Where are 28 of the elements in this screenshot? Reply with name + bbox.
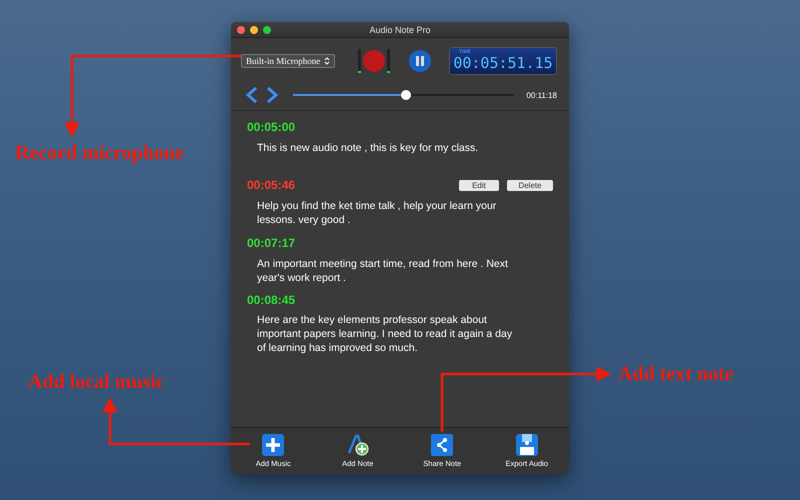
edit-button[interactable]: Edit: [459, 180, 499, 190]
zoom-button[interactable]: [263, 26, 271, 34]
plus-icon: [262, 434, 284, 456]
input-device-dropdown[interactable]: Built-in Microphone: [241, 54, 336, 68]
updown-arrows-icon: [324, 57, 330, 65]
pause-button[interactable]: [409, 50, 432, 72]
record-button[interactable]: [357, 47, 392, 75]
note-text: An important meeting start time, read from here . Next year's work report .: [256, 257, 509, 285]
note-text: This is new audio note , this is key for my class.: [256, 141, 480, 155]
timer-value: 00:05:51.15: [453, 54, 553, 74]
note-timestamp[interactable]: 00:07:17: [247, 236, 296, 250]
slider-thumb[interactable]: [400, 90, 411, 100]
annotation-label: Add text note: [618, 363, 734, 386]
annotation-label: Record microphone: [15, 142, 184, 165]
share-icon: [431, 434, 454, 456]
minimize-button[interactable]: [250, 26, 258, 34]
note-text: Here are the key elements professor speak about important papers learning. I need to read it again a day of learning has improved so much.: [256, 313, 514, 355]
note-text: Help you find the ket time talk , help your learn your lessons. very good .: [256, 199, 498, 227]
note-timestamp[interactable]: 00:08:45: [247, 293, 296, 307]
note-timestamp[interactable]: 00:05:00: [247, 120, 296, 134]
delete-button[interactable]: Delete: [507, 180, 553, 190]
window-title: Audio Note Pro: [369, 24, 431, 34]
letter-plus-icon: [346, 434, 369, 456]
annotation-label: Add local music: [28, 371, 165, 394]
forward-chevron-icon[interactable]: [265, 86, 279, 104]
back-chevron-icon[interactable]: [245, 86, 259, 104]
duration-label: 00:11:18: [526, 90, 557, 100]
close-button[interactable]: [237, 26, 245, 34]
